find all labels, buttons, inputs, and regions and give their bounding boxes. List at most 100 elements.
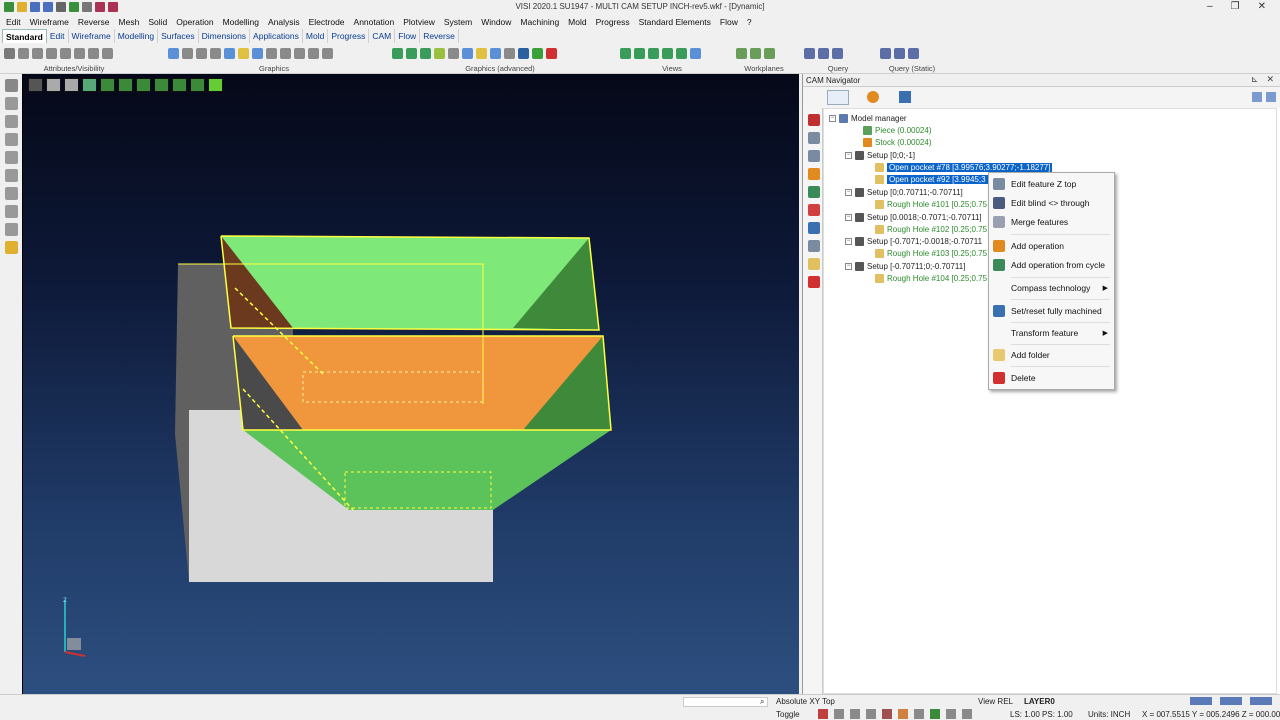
collapse-icon[interactable]: − — [845, 214, 852, 221]
workplane-status[interactable]: Absolute XY Top — [776, 697, 835, 706]
mesh-icon[interactable] — [406, 48, 417, 59]
layer-icon[interactable] — [18, 48, 29, 59]
show-icon[interactable] — [32, 48, 43, 59]
close-icon[interactable]: ✕ — [1258, 1, 1266, 12]
menu-reverse[interactable]: Reverse — [78, 17, 110, 27]
view-iso-icon[interactable] — [662, 48, 673, 59]
workplane-rotate-icon[interactable] — [750, 48, 761, 59]
hidden-icon[interactable] — [196, 48, 207, 59]
menu-item-edit-blind[interactable]: Edit blind <> through — [989, 194, 1114, 212]
curvature-icon[interactable] — [448, 48, 459, 59]
tab-flow[interactable]: Flow — [395, 29, 421, 43]
view-fit-icon[interactable] — [690, 48, 701, 59]
collapse-icon[interactable]: − — [845, 263, 852, 270]
cam-cycle-icon[interactable] — [808, 186, 820, 198]
menu-item-add-operation-cycle[interactable]: Add operation from cycle — [989, 256, 1114, 274]
cam-transform-icon[interactable] — [808, 240, 820, 252]
query-static-icon[interactable] — [880, 48, 891, 59]
minimize-icon[interactable]: – — [1207, 1, 1213, 12]
ruler-icon[interactable] — [504, 48, 515, 59]
collapse-icon[interactable]: − — [845, 189, 852, 196]
tree-node-stock[interactable]: Stock (0.00024) — [863, 138, 931, 147]
material-icon[interactable] — [490, 48, 501, 59]
toggle-button[interactable]: Toggle — [776, 710, 800, 719]
tree-node-piece[interactable]: Piece (0.00024) — [863, 126, 931, 135]
menu-mold[interactable]: Mold — [568, 17, 586, 27]
plus-icon[interactable] — [962, 709, 972, 719]
color-icon[interactable] — [102, 48, 113, 59]
pin-icon[interactable]: ⊾ — [1251, 74, 1259, 85]
draft-icon[interactable] — [434, 48, 445, 59]
tab-applications[interactable]: Applications — [250, 29, 303, 43]
highlight-icon[interactable] — [238, 48, 249, 59]
ortho-icon[interactable] — [850, 709, 860, 719]
cut-icon[interactable] — [914, 709, 924, 719]
menu-analysis[interactable]: Analysis — [268, 17, 300, 27]
wire-icon[interactable] — [182, 48, 193, 59]
menu-item-add-operation[interactable]: Add operation — [989, 237, 1114, 255]
menu-help[interactable]: ? — [747, 17, 752, 27]
workplane-icon[interactable] — [736, 48, 747, 59]
menu-modelling[interactable]: Modelling — [223, 17, 259, 27]
tab-surfaces[interactable]: Surfaces — [158, 29, 199, 43]
query-icon[interactable] — [804, 48, 815, 59]
tab-dimensions[interactable]: Dimensions — [199, 29, 251, 43]
menu-item-merge[interactable]: Merge features — [989, 213, 1114, 231]
menu-plotview[interactable]: Plotview — [403, 17, 435, 27]
track-icon[interactable] — [882, 709, 892, 719]
query-static-point-icon[interactable] — [894, 48, 905, 59]
tree-node-pocket[interactable]: Open pocket #78 [3.99576;3.90277;-1.1827… — [875, 163, 1053, 172]
snap-icon[interactable] — [818, 709, 828, 719]
menu-item-edit-z-top[interactable]: Edit feature Z top — [989, 175, 1114, 193]
solid-tool-icon[interactable] — [5, 187, 18, 200]
grid-icon[interactable] — [392, 48, 403, 59]
tree-node-model-manager[interactable]: − Model manager — [829, 114, 907, 123]
collapse-icon[interactable]: − — [845, 152, 852, 159]
forward-icon[interactable] — [1266, 92, 1276, 102]
view-toggle-3-icon[interactable] — [1250, 697, 1272, 705]
globe-icon[interactable] — [546, 48, 557, 59]
zebra-icon[interactable] — [462, 48, 473, 59]
menu-item-compass[interactable]: Compass technology ▶ — [989, 279, 1114, 297]
view-toggle-1-icon[interactable] — [1190, 697, 1212, 705]
back-icon[interactable] — [1252, 92, 1262, 102]
restore-icon[interactable]: ❐ — [1231, 1, 1240, 12]
menu-item-add-folder[interactable]: Add folder — [989, 346, 1114, 364]
panel-close-icon[interactable]: ✕ — [1266, 74, 1274, 85]
menu-solid[interactable]: Solid — [148, 17, 167, 27]
cam-merge-icon[interactable] — [808, 150, 820, 162]
operations-tab-icon[interactable] — [867, 91, 879, 103]
search-icon[interactable]: ⌕ — [760, 697, 764, 707]
tab-mold[interactable]: Mold — [303, 29, 329, 43]
tab-progress[interactable]: Progress — [328, 29, 370, 43]
section-icon[interactable] — [266, 48, 277, 59]
cam-edit-icon[interactable] — [808, 132, 820, 144]
cylinder-icon[interactable] — [308, 48, 319, 59]
workplane-align-icon[interactable] — [764, 48, 775, 59]
solid-icon[interactable] — [322, 48, 333, 59]
menu-operation[interactable]: Operation — [176, 17, 213, 27]
tree-node-setup[interactable]: − Setup [-0.70711;0;-0.70711] — [845, 262, 965, 271]
cam-operation-icon[interactable] — [808, 168, 820, 180]
swap-icon[interactable] — [60, 48, 71, 59]
visibility-icon[interactable] — [74, 48, 85, 59]
tools-tab-icon[interactable] — [899, 91, 911, 103]
transform-icon[interactable] — [5, 205, 18, 218]
folder-icon[interactable] — [5, 241, 18, 254]
tree-node-setup[interactable]: − Setup [0;0.70711;-0.70711] — [845, 188, 963, 197]
tree-node-setup[interactable]: − Setup [0.0018;-0.7071;-0.70711] — [845, 213, 982, 222]
menu-system[interactable]: System — [444, 17, 472, 27]
view-rotate-icon[interactable] — [676, 48, 687, 59]
tree-node-hole[interactable]: Rough Hole #104 [0.25;0.75 — [875, 274, 987, 283]
layer-status[interactable]: LAYER0 — [1024, 697, 1055, 706]
menu-machining[interactable]: Machining — [520, 17, 559, 27]
tree-node-hole[interactable]: Rough Hole #103 [0.25;0.75 — [875, 249, 987, 258]
tab-cam[interactable]: CAM — [369, 29, 396, 43]
view-toggle-2-icon[interactable] — [1220, 697, 1242, 705]
edges-icon[interactable] — [210, 48, 221, 59]
menu-standard-elements[interactable]: Standard Elements — [639, 17, 711, 27]
tab-reverse[interactable]: Reverse — [420, 29, 459, 43]
sphere-icon[interactable] — [532, 48, 543, 59]
cursor-icon[interactable] — [5, 79, 18, 92]
collapse-icon[interactable]: − — [845, 238, 852, 245]
